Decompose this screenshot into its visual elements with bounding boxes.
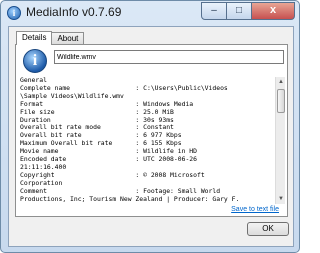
info-line: Copyright : © 2008 Microsoft xyxy=(20,170,205,179)
info-line: Duration : 30s 93ms xyxy=(20,115,174,124)
tab-details[interactable]: Details xyxy=(16,31,53,45)
info-line: Comment : Footage: Small World xyxy=(20,186,221,195)
tab-strip: Details About xyxy=(16,31,85,45)
info-line: Corporation xyxy=(20,178,63,187)
info-line: Overall bit rate : 6 977 Kbps xyxy=(20,131,182,140)
file-name-input[interactable] xyxy=(54,50,284,64)
info-line: File size : 25.0 MiB xyxy=(20,107,174,116)
mediainfo-window: i MediaInfo v0.7.69 – □ x Details About … xyxy=(0,0,300,253)
tab-about[interactable]: About xyxy=(51,32,85,44)
maximize-icon: □ xyxy=(235,5,243,16)
info-line: Complete name : C:\Users\Public\Videos xyxy=(20,83,228,92)
title-bar[interactable]: i MediaInfo v0.7.69 – □ x xyxy=(1,1,299,25)
maximize-button[interactable]: □ xyxy=(227,2,252,20)
scroll-down-icon[interactable]: ▼ xyxy=(276,194,286,204)
ok-button[interactable]: OK xyxy=(247,222,289,236)
info-line: Maximum Overall bit rate : 6 155 Kbps xyxy=(20,139,182,148)
app-info-icon: i xyxy=(7,6,21,20)
media-info-text[interactable]: General Complete name : C:\Users\Public\… xyxy=(20,77,272,203)
info-line: Productions, Inc; Tourism New Zealand | … xyxy=(20,194,240,203)
info-icon: i xyxy=(23,49,47,73)
minimize-button[interactable]: – xyxy=(201,2,227,20)
scroll-thumb[interactable] xyxy=(277,89,285,113)
info-line: 21:11:16.400 xyxy=(20,162,67,171)
info-line: \Sample Videos\Wildlife.wmv xyxy=(20,91,124,100)
info-scrollbar[interactable]: ▲ ▼ xyxy=(275,77,285,204)
info-line: Spradling | Music: Steve Ball xyxy=(20,203,132,204)
scroll-up-icon[interactable]: ▲ xyxy=(276,77,286,87)
details-panel: i General Complete name : C:\Users\Publi… xyxy=(15,44,288,217)
info-line: Encoded date : UTC 2008-06-26 xyxy=(20,155,197,164)
info-line: Overall bit rate mode : Constant xyxy=(20,123,174,132)
info-line: Movie name : Wildlife in HD xyxy=(20,147,197,156)
minimize-icon: – xyxy=(211,5,217,16)
save-to-text-file-link[interactable]: Save to text file xyxy=(231,206,279,213)
window-title: MediaInfo v0.7.69 xyxy=(26,5,122,19)
dialog-client-area: Details About i General Complete name : … xyxy=(8,26,294,247)
close-icon: x xyxy=(269,4,277,16)
close-button[interactable]: x xyxy=(252,2,295,20)
info-line: Format : Windows Media xyxy=(20,99,194,108)
caption-buttons: – □ x xyxy=(201,2,295,20)
